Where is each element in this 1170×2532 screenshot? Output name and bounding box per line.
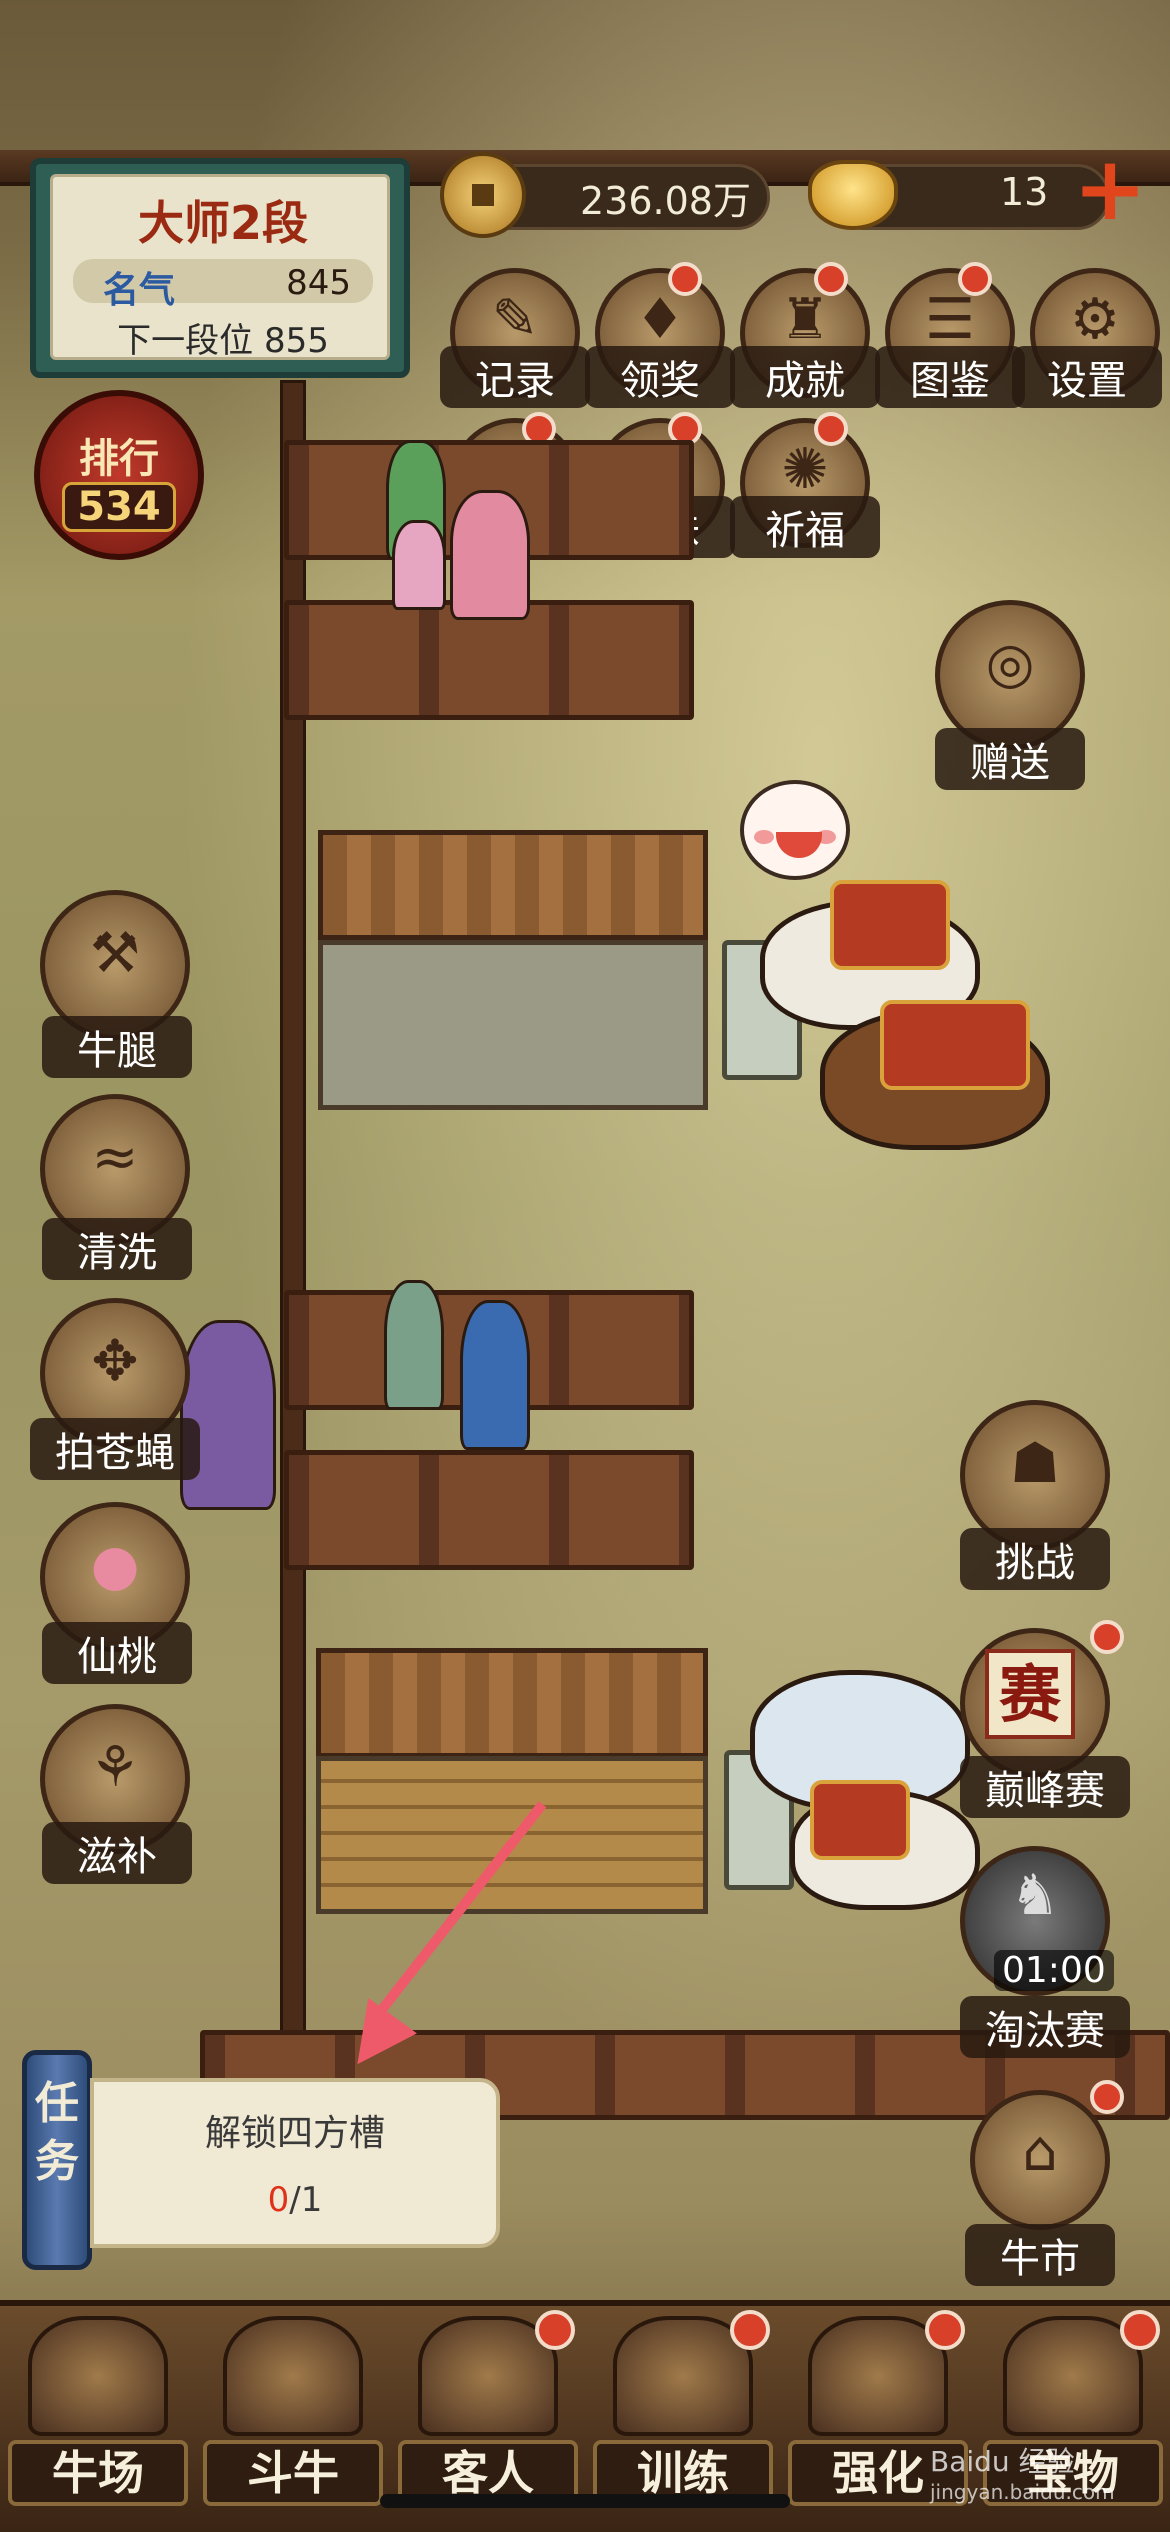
nav-training[interactable]: 训练	[585, 2310, 780, 2520]
challenge-label: 挑战	[960, 1528, 1110, 1590]
fame-row: 名气 845	[73, 259, 373, 311]
cheek	[754, 830, 774, 844]
market-stall-icon: ⌂	[1022, 2119, 1058, 2184]
black-bull-icon: ♞	[1009, 1863, 1061, 1928]
leaderboard-value: 534	[62, 482, 176, 532]
achievement-label: 成就	[730, 346, 880, 408]
peak-match-label: 巅峰赛	[960, 1756, 1130, 1818]
tiger-icon: ☗	[1009, 1431, 1061, 1496]
leaderboard-button[interactable]: 排行 534	[34, 390, 204, 560]
bull-market-button[interactable]: ⌂	[970, 2090, 1110, 2230]
blessing-label: 祈福	[730, 496, 880, 558]
happy-face-icon	[740, 780, 850, 880]
copper-coin-icon	[440, 152, 526, 238]
lower-fence-front	[284, 1450, 694, 1570]
ingot-value: 13	[1000, 170, 1049, 214]
peak-match-badge	[1090, 1620, 1124, 1654]
fame-label: 名气	[103, 270, 176, 311]
ranch-icon	[28, 2316, 168, 2436]
bull-saddle	[830, 880, 950, 970]
scrolls-icon: ☰	[924, 287, 976, 352]
nav-ranch[interactable]: 牛场	[0, 2310, 195, 2520]
home-indicator[interactable]	[380, 2494, 790, 2508]
stone-shed-wall	[318, 940, 708, 1110]
fly-swatter-label: 拍苍蝇	[30, 1418, 200, 1480]
rank-title: 大师2段	[137, 196, 308, 250]
task-card[interactable]: 解锁四方槽 0/1	[90, 2078, 500, 2248]
task-title: 解锁四方槽	[204, 2113, 385, 2154]
achievement-badge	[814, 262, 848, 296]
watermark-url: jingyan.baidu.com	[930, 2480, 1115, 2504]
bull-saddle	[810, 1780, 910, 1860]
collection-label: 图鉴	[875, 346, 1025, 408]
gold-ingot-icon	[808, 160, 898, 230]
guest-figure	[460, 1300, 530, 1450]
task-progress: 0/1	[94, 2180, 496, 2220]
next-rank-text: 下一段位 855	[117, 321, 329, 361]
nav-strengthen-badge	[925, 2310, 965, 2350]
leaderboard-title: 排行	[79, 436, 159, 482]
scroll-brush-icon: ✎	[491, 287, 539, 352]
mouth	[776, 832, 822, 858]
collection-badge	[958, 262, 992, 296]
nav-ranch-label: 牛场	[8, 2440, 188, 2506]
trophy-bull-icon: ♜	[779, 287, 831, 352]
gear-icon: ⚙	[1069, 287, 1121, 352]
nav-bullfight-label: 斗牛	[203, 2440, 383, 2506]
nav-training-badge	[730, 2310, 770, 2350]
bull-market-badge	[1090, 2080, 1124, 2114]
settings-label: 设置	[1012, 346, 1162, 408]
sai-banner-icon: 赛	[985, 1649, 1075, 1739]
wash-bull-icon: ≈	[91, 1125, 139, 1190]
bull-market-label: 牛市	[965, 2224, 1115, 2286]
rank-panel-inner: 大师2段 名气 845 下一段位 855	[50, 174, 390, 361]
nav-guests-badge	[535, 2310, 575, 2350]
gift-label: 赠送	[935, 728, 1085, 790]
peach-label: 仙桃	[42, 1622, 192, 1684]
peach-icon: ●	[90, 1533, 140, 1598]
watermark: Baidu 经验	[930, 2445, 1075, 2478]
nav-treasure-badge	[1120, 2310, 1160, 2350]
claim-reward-badge	[668, 262, 702, 296]
knockout-label: 淘汰赛	[960, 1996, 1130, 2058]
task-progress-current: 0	[267, 2180, 290, 2220]
claim-reward-label: 领奖	[585, 346, 735, 408]
add-currency-icon[interactable]: +	[1070, 145, 1150, 233]
rank-panel[interactable]: 大师2段 名气 845 下一段位 855	[30, 158, 410, 378]
knockout-timer: 01:00	[994, 1950, 1114, 1991]
bull-leg-icon: ⚒	[89, 921, 141, 986]
guest-figure	[180, 1320, 276, 1510]
fly-swatter-icon: ✥	[91, 1329, 139, 1394]
dragon-icon: ✺	[781, 437, 829, 502]
coin-value: 236.08万	[580, 179, 751, 223]
guest-figure	[384, 1280, 444, 1410]
coins-icon: ◎	[985, 631, 1035, 696]
guest-figure	[392, 520, 446, 610]
gift-pouch-icon: ♦	[634, 287, 686, 352]
bull-leg-label: 牛腿	[42, 1016, 192, 1078]
ginseng-icon: ⚘	[89, 1735, 141, 1800]
fame-value: 845	[286, 263, 351, 303]
blessing-badge	[814, 412, 848, 446]
bull-fight-icon	[223, 2316, 363, 2436]
shed-roof	[316, 1648, 708, 1758]
wash-label: 清洗	[42, 1218, 192, 1280]
task-progress-total: /1	[289, 2180, 323, 2220]
bull-saddle	[880, 1000, 1030, 1090]
record-label: 记录	[440, 346, 590, 408]
shed-roof	[318, 830, 708, 940]
task-tab[interactable]: 任务	[22, 2050, 92, 2270]
nav-guests[interactable]: 客人	[390, 2310, 585, 2520]
nav-bullfight[interactable]: 斗牛	[195, 2310, 390, 2520]
tonic-label: 滋补	[42, 1822, 192, 1884]
guest-figure	[450, 490, 530, 620]
task-tab-label: 任务	[35, 2078, 79, 2187]
